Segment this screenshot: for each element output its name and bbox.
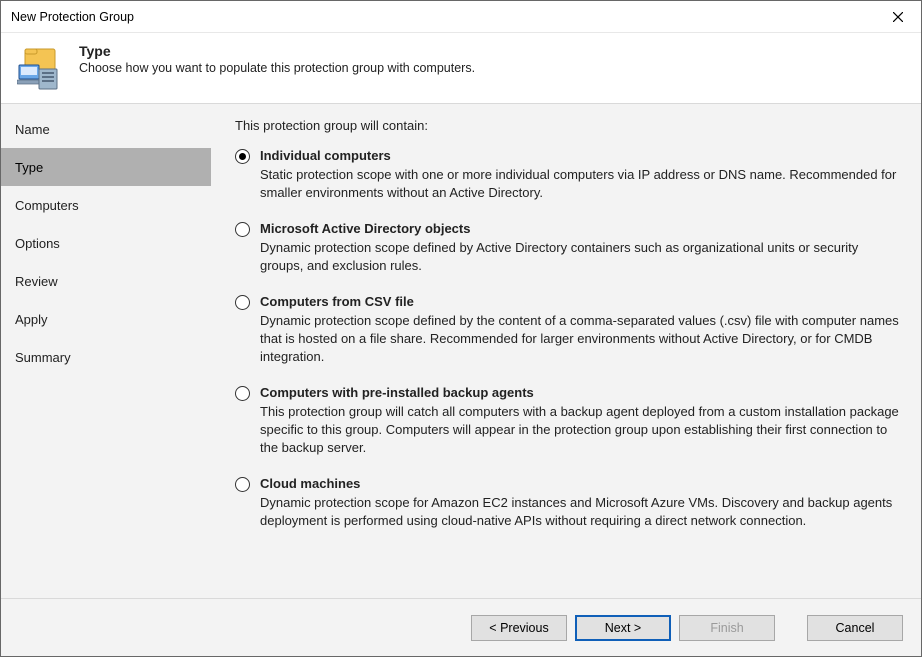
radio-individual-computers[interactable] <box>235 149 250 164</box>
radio-cloud-machines[interactable] <box>235 477 250 492</box>
wizard-header-texts: Type Choose how you want to populate thi… <box>79 41 475 75</box>
wizard-steps-sidebar: Name Type Computers Options Review Apply Summa… <box>1 104 211 598</box>
finish-button: Finish <box>679 615 775 641</box>
previous-button[interactable]: < Previous <box>471 615 567 641</box>
wizard-content: This protection group will contain: Indi… <box>211 104 921 598</box>
option-texts: Individual computersStatic protection sc… <box>260 147 899 202</box>
protection-group-icon <box>17 43 65 91</box>
option-texts: Microsoft Active Directory objectsDynami… <box>260 220 899 275</box>
wizard-footer: < Previous Next > Finish Cancel <box>1 598 921 656</box>
wizard-step-label: Summary <box>15 350 71 365</box>
wizard-step-name[interactable]: Name <box>1 110 211 148</box>
wizard-header: Type Choose how you want to populate thi… <box>1 33 921 104</box>
wizard-heading: Type <box>79 43 475 59</box>
options-list: Individual computersStatic protection sc… <box>235 147 899 530</box>
option-texts: Cloud machinesDynamic protection scope f… <box>260 475 899 530</box>
option-ad-objects[interactable]: Microsoft Active Directory objectsDynami… <box>235 220 899 275</box>
option-description: Static protection scope with one or more… <box>260 166 899 202</box>
radio-csv-file[interactable] <box>235 295 250 310</box>
cancel-button[interactable]: Cancel <box>807 615 903 641</box>
wizard-step-review[interactable]: Review <box>1 262 211 300</box>
option-description: This protection group will catch all com… <box>260 403 899 457</box>
wizard-step-label: Review <box>15 274 58 289</box>
wizard-subheading: Choose how you want to populate this pro… <box>79 61 475 75</box>
window-title: New Protection Group <box>11 10 875 24</box>
wizard-step-label: Apply <box>15 312 48 327</box>
wizard-step-label: Options <box>15 236 60 251</box>
option-texts: Computers with pre-installed backup agen… <box>260 384 899 457</box>
option-label: Computers from CSV file <box>260 293 899 311</box>
option-individual-computers[interactable]: Individual computersStatic protection sc… <box>235 147 899 202</box>
wizard-step-summary[interactable]: Summary <box>1 338 211 376</box>
close-button[interactable] <box>875 1 921 33</box>
option-preinstalled-agents[interactable]: Computers with pre-installed backup agen… <box>235 384 899 457</box>
option-description: Dynamic protection scope defined by Acti… <box>260 239 899 275</box>
next-button[interactable]: Next > <box>575 615 671 641</box>
option-label: Cloud machines <box>260 475 899 493</box>
option-label: Microsoft Active Directory objects <box>260 220 899 238</box>
wizard-step-label: Name <box>15 122 50 137</box>
option-description: Dynamic protection scope for Amazon EC2 … <box>260 494 899 530</box>
wizard-step-label: Computers <box>15 198 79 213</box>
close-icon <box>893 12 903 22</box>
option-texts: Computers from CSV fileDynamic protectio… <box>260 293 899 366</box>
wizard-step-computers[interactable]: Computers <box>1 186 211 224</box>
option-description: Dynamic protection scope defined by the … <box>260 312 899 366</box>
titlebar: New Protection Group <box>1 1 921 33</box>
option-cloud-machines[interactable]: Cloud machinesDynamic protection scope f… <box>235 475 899 530</box>
option-csv-file[interactable]: Computers from CSV fileDynamic protectio… <box>235 293 899 366</box>
content-intro: This protection group will contain: <box>235 118 899 133</box>
wizard-step-apply[interactable]: Apply <box>1 300 211 338</box>
option-label: Computers with pre-installed backup agen… <box>260 384 899 402</box>
wizard-step-options[interactable]: Options <box>1 224 211 262</box>
wizard-body: Name Type Computers Options Review Apply Summa… <box>1 104 921 598</box>
wizard-step-label: Type <box>15 160 43 175</box>
wizard-window: New Protection Group Type Cho <box>0 0 922 657</box>
wizard-step-type[interactable]: Type <box>1 148 211 186</box>
radio-ad-objects[interactable] <box>235 222 250 237</box>
radio-preinstalled-agents[interactable] <box>235 386 250 401</box>
option-label: Individual computers <box>260 147 899 165</box>
